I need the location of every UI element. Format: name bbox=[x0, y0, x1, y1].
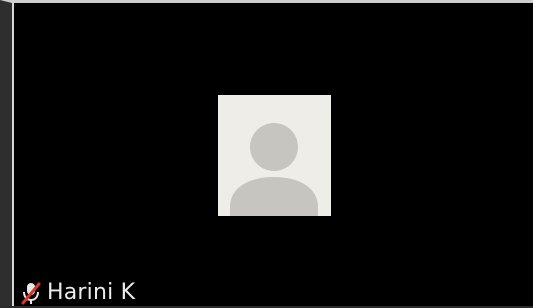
participant-name-tag: Harini K bbox=[21, 278, 135, 308]
microphone-muted-icon[interactable] bbox=[21, 281, 41, 305]
default-user-avatar-icon bbox=[230, 123, 318, 216]
participant-name: Harini K bbox=[47, 280, 136, 305]
participant-avatar bbox=[218, 95, 331, 216]
video-tile[interactable]: Harini K bbox=[0, 0, 533, 306]
